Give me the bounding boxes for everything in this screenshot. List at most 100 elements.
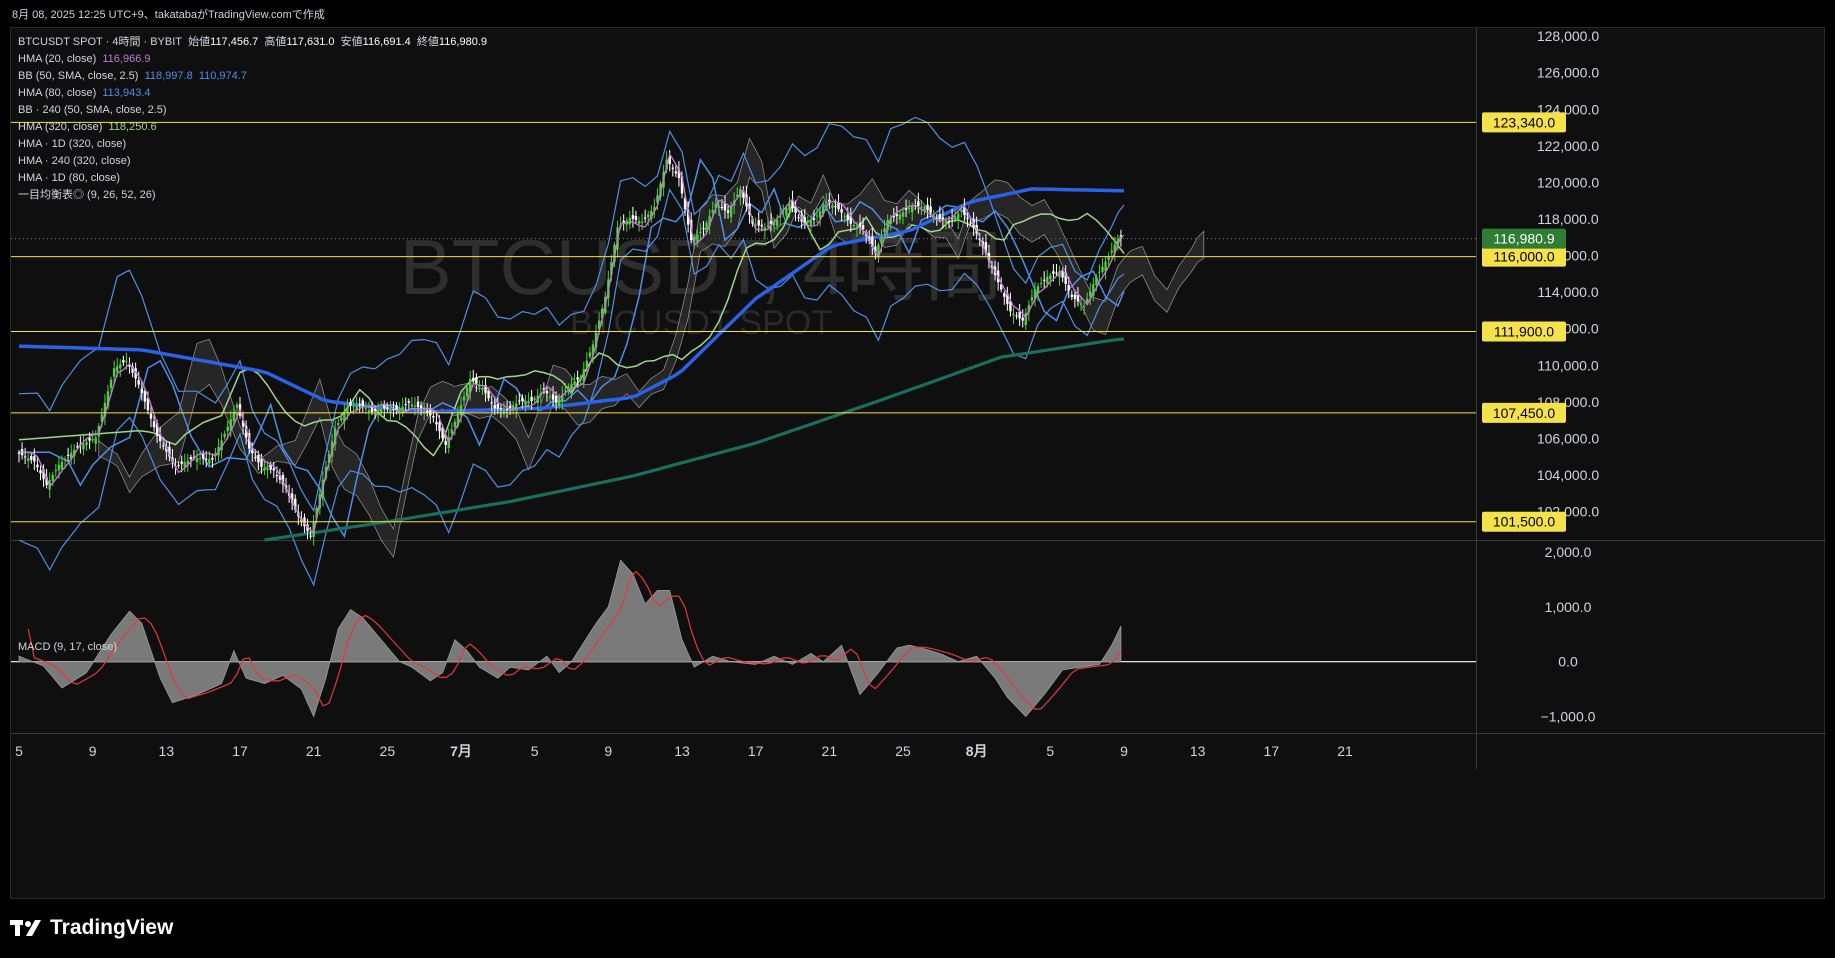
candle-body bbox=[720, 206, 724, 209]
candle-body bbox=[109, 379, 113, 389]
candle-body bbox=[1018, 311, 1021, 319]
candle-body bbox=[966, 217, 969, 220]
x-tick-label: 25 bbox=[380, 743, 396, 759]
x-tick-label: 9 bbox=[89, 743, 97, 759]
x-tick-label: 13 bbox=[674, 743, 690, 759]
candle-body bbox=[499, 408, 503, 410]
candle-body bbox=[398, 408, 401, 412]
candle-body bbox=[640, 221, 644, 224]
legend-label: HMA (80, close) bbox=[18, 87, 97, 99]
candle-body bbox=[201, 453, 205, 459]
candle-body bbox=[711, 209, 714, 213]
candle-body bbox=[622, 220, 625, 223]
candle-body bbox=[957, 213, 960, 221]
x-tick-label: 13 bbox=[159, 743, 175, 759]
last-price-label: 116,980.9 bbox=[1493, 231, 1554, 247]
candle-body bbox=[23, 456, 27, 458]
legend-label: HMA (20, close) bbox=[18, 53, 97, 65]
watermark-subtitle: BTCUSDT SPOT bbox=[570, 304, 832, 342]
legend-row-bb[interactable]: BB (50, SMA, close, 2.5) 118,997.8 110,9… bbox=[18, 68, 487, 85]
candle-body bbox=[926, 204, 929, 210]
candle-body bbox=[1073, 294, 1077, 300]
low-label: 安値 bbox=[340, 36, 363, 48]
candle-body bbox=[825, 201, 828, 203]
candle-body bbox=[119, 364, 122, 369]
candle-body bbox=[226, 426, 229, 432]
price-level-label: 101,500.0 bbox=[1493, 514, 1555, 530]
candle-body bbox=[558, 398, 561, 406]
candle-body bbox=[1101, 266, 1104, 272]
legend-value: 118,997.8 bbox=[144, 70, 193, 82]
candle-body bbox=[112, 368, 116, 377]
legend-label: BB · 240 (50, SMA, close, 2.5) bbox=[18, 104, 167, 116]
candle-body bbox=[352, 405, 355, 407]
candle-body bbox=[189, 457, 193, 460]
candle-body bbox=[490, 402, 493, 404]
candle-body bbox=[419, 405, 423, 409]
x-tick-label: 13 bbox=[1190, 743, 1206, 759]
symbol-row[interactable]: BTCUSDT SPOT · 4時間 · BYBIT 始値117,456.7 高… bbox=[18, 34, 487, 51]
candle-body bbox=[944, 220, 948, 225]
x-tick-label: 17 bbox=[232, 743, 248, 759]
legend-row-hma320[interactable]: HMA (320, close) 118,250.6 bbox=[18, 119, 487, 136]
x-tick-label: 17 bbox=[1264, 743, 1280, 759]
legend-value: 116,966.9 bbox=[102, 53, 151, 65]
candle-body bbox=[235, 404, 239, 408]
candle-body bbox=[152, 421, 156, 428]
legend-row-hma80[interactable]: HMA (80, close) 113,943.4 bbox=[18, 85, 487, 102]
candle-body bbox=[462, 396, 466, 401]
candle-body bbox=[1076, 295, 1080, 302]
candle-body bbox=[757, 220, 760, 226]
x-tick-label: 5 bbox=[15, 743, 23, 759]
x-tick-label: 8月 bbox=[966, 743, 988, 759]
candle-body bbox=[1003, 293, 1006, 297]
candle-body bbox=[907, 207, 911, 209]
candle-body bbox=[410, 404, 414, 407]
candle-body bbox=[1098, 271, 1101, 273]
candle-body bbox=[478, 385, 481, 387]
macd-y-tick-label: 1,000.0 bbox=[1545, 599, 1592, 615]
y-tick-label: 126,000.0 bbox=[1537, 65, 1599, 81]
candle-body bbox=[364, 408, 368, 410]
y-tick-label: 118,000.0 bbox=[1537, 211, 1598, 227]
candle-body bbox=[407, 401, 411, 403]
legend-row-bb240[interactable]: BB · 240 (50, SMA, close, 2.5) bbox=[18, 102, 487, 119]
candle-body bbox=[211, 457, 214, 460]
candle-body bbox=[481, 388, 484, 390]
macd-y-tick-label: 0.0 bbox=[1558, 654, 1578, 670]
legend-row-ichimoku[interactable]: 一目均衡表◎ (9, 26, 52, 26) bbox=[18, 187, 487, 204]
candle-body bbox=[505, 409, 509, 411]
legend-row-hma1d320[interactable]: HMA · 1D (320, close) bbox=[18, 136, 487, 153]
legend-row-hma1d80[interactable]: HMA · 1D (80, close) bbox=[18, 170, 487, 187]
candle-body bbox=[493, 405, 496, 409]
candle-body bbox=[812, 218, 816, 220]
candle-body bbox=[383, 404, 386, 409]
candle-body bbox=[137, 380, 140, 385]
candle-body bbox=[275, 475, 279, 477]
tradingview-footer[interactable]: TradingView bbox=[10, 916, 173, 940]
candle-body bbox=[205, 458, 208, 460]
tradingview-logo-icon bbox=[10, 918, 44, 938]
candle-body bbox=[1107, 256, 1110, 261]
y-tick-label: 128,000.0 bbox=[1537, 28, 1599, 44]
y-tick-label: 120,000.0 bbox=[1537, 174, 1599, 190]
candle-body bbox=[465, 387, 469, 397]
legend-row-hma20[interactable]: HMA (20, close) 116,966.9 bbox=[18, 51, 487, 68]
candle-body bbox=[895, 214, 899, 216]
candle-body bbox=[929, 206, 932, 213]
legend-label: HMA · 240 (320, close) bbox=[18, 155, 131, 167]
hma20-line bbox=[18, 152, 1125, 535]
candle-body bbox=[459, 405, 463, 415]
candle-body bbox=[195, 458, 199, 462]
candle-body bbox=[370, 407, 374, 412]
candle-body bbox=[208, 459, 211, 464]
candle-body bbox=[349, 402, 352, 407]
macd-label[interactable]: MACD (9, 17, close) bbox=[18, 641, 117, 653]
legend-row-hma240-320[interactable]: HMA · 240 (320, close) bbox=[18, 153, 487, 170]
high-label: 高値 bbox=[264, 36, 287, 48]
candle-body bbox=[416, 401, 420, 407]
candle-body bbox=[898, 214, 902, 220]
candle-body bbox=[852, 225, 856, 227]
candle-body bbox=[51, 475, 54, 481]
candle-body bbox=[960, 210, 963, 212]
